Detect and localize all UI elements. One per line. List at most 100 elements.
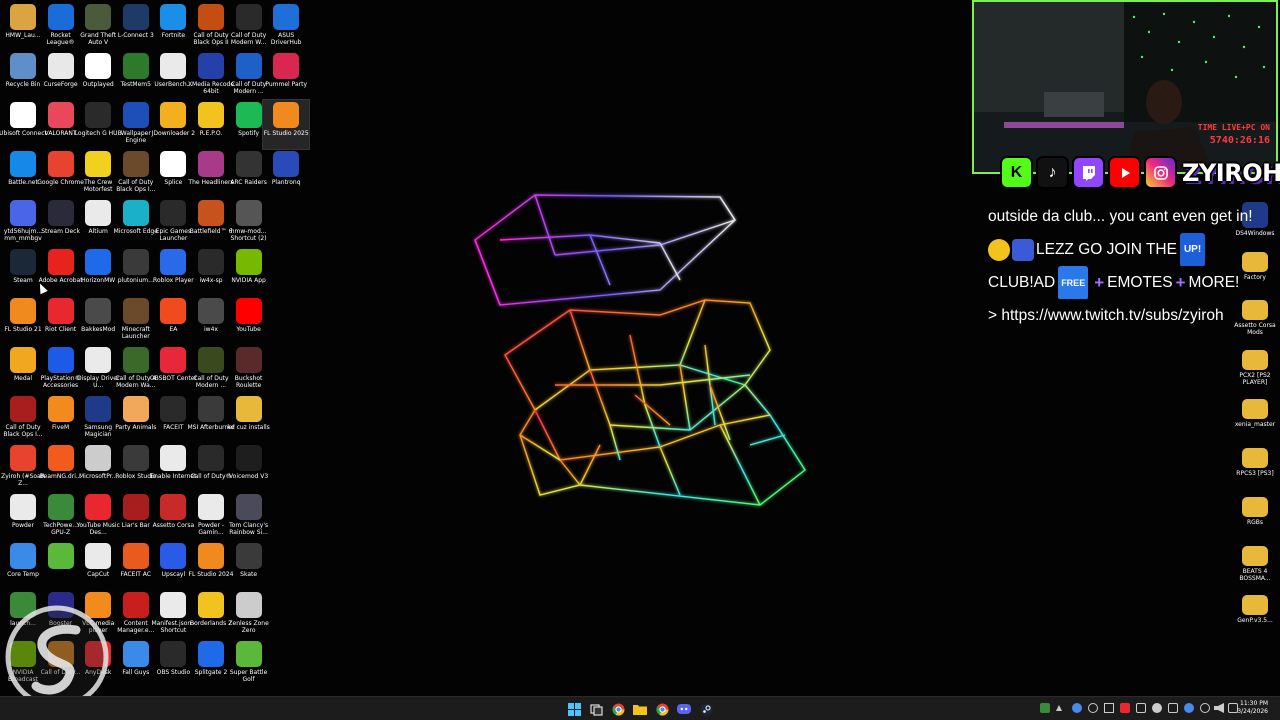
cod-icon: [198, 445, 224, 471]
riot-icon: [47, 298, 74, 324]
start-icon[interactable]: [566, 701, 582, 717]
desktop-icon-label: Super Battle Golf: [229, 669, 268, 683]
desktop-icon[interactable]: PCX2 [PS2 PLAYER]: [1232, 348, 1278, 397]
plus-icon: +: [1175, 272, 1186, 292]
desktop-icon[interactable]: RGBs: [1232, 495, 1278, 544]
folder-icon: [10, 4, 36, 30]
chrome-icon[interactable]: [610, 701, 626, 717]
tray-nvidia-icon[interactable]: [1152, 703, 1162, 713]
roblox-icon: [160, 249, 187, 275]
recycle-bin-icon: [10, 53, 36, 79]
desktop-icon[interactable]: Plantronq: [263, 149, 309, 198]
desktop-icon[interactable]: FL Studio 2025: [262, 99, 311, 150]
chrome-icon[interactable]: [654, 701, 670, 717]
powder-icon: [10, 494, 36, 520]
fl-studio-icon: [198, 543, 224, 569]
tray-display-icon[interactable]: [1104, 703, 1114, 713]
tray-app-icon[interactable]: [1136, 703, 1146, 713]
pummel-party-icon: [273, 53, 300, 79]
desktop-icon[interactable]: Tom Clancy's Rainbow Si...: [226, 492, 272, 541]
desktop-icon[interactable]: RPCS3 [PS3]: [1232, 446, 1278, 495]
desktop-icon[interactable]: BEATS 4 BOSSMA...: [1232, 544, 1278, 593]
nvidia-icon: [235, 249, 262, 275]
curseforge-icon: [47, 53, 74, 79]
file-explorer-icon[interactable]: [632, 701, 648, 717]
desktop-icon[interactable]: Voicemod V3: [226, 443, 272, 492]
faceit-icon: [160, 396, 187, 422]
desktop-icon[interactable]: hmw-mod... Shortcut (2): [226, 198, 272, 247]
battlenet-icon: [10, 151, 36, 177]
desktop-icon[interactable]: kd cuz installs: [226, 394, 272, 443]
cod-bo-icon: [10, 396, 36, 422]
desktop-icon[interactable]: YouTube: [226, 296, 272, 345]
beamng-icon: [47, 445, 74, 471]
headliners-icon: [198, 151, 224, 177]
webcam-overlay: TIME LIVE+PC ON 5740:26:16: [972, 0, 1278, 174]
cod-mw-icon: [235, 4, 262, 30]
desktop-icon-label: Tom Clancy's Rainbow Si...: [229, 522, 269, 536]
taskview-icon[interactable]: [588, 701, 604, 717]
hmw-icon: [235, 200, 262, 226]
crew-icon: [85, 151, 112, 177]
desktop-icon[interactable]: xenia_master: [1232, 397, 1278, 446]
assetto-icon: [160, 494, 187, 520]
cod-bo2-icon: [198, 4, 224, 30]
wallpaper-cube-grid: [504, 299, 806, 506]
wallpaper-top-bar: [474, 194, 736, 306]
desktop-icon-label: kd cuz installs: [227, 424, 270, 431]
skate-icon: [235, 543, 262, 569]
cod-icon: [198, 347, 224, 373]
discord-icon[interactable]: [676, 701, 692, 717]
taskbar: 11:30 PM 3/24/2026: [0, 696, 1280, 720]
plantronq-icon: [273, 151, 300, 177]
fl-studio-icon: [10, 298, 36, 324]
desktop[interactable]: HMW_Lau... Rocket League® Grand Theft Auto…: [0, 0, 1280, 709]
tray-ghub-icon[interactable]: [1088, 703, 1098, 713]
msi-icon: [198, 396, 224, 422]
desktop-icon[interactable]: Buckshot Roulette: [226, 345, 272, 394]
plus-icon: +: [1094, 272, 1105, 292]
youtube-icon: [235, 298, 262, 324]
tray-network-icon[interactable]: [1200, 703, 1210, 713]
desktop-icon-label: PCX2 [PS2 PLAYER]: [1239, 372, 1271, 386]
desktop-icon-label: Pummel Party: [265, 81, 308, 88]
tray-steam-icon[interactable]: [1072, 703, 1082, 713]
steam-icon[interactable]: [698, 701, 714, 717]
valorant-icon: [47, 102, 74, 128]
chat-ad-panel: outside da club... you cant even get in!…: [988, 200, 1272, 332]
desktop-icon-label: BEATS 4 BOSSMA...: [1239, 568, 1271, 582]
chrome-icon: [47, 151, 74, 177]
steam-icon: [10, 249, 36, 275]
tray-usb-icon[interactable]: [1168, 703, 1178, 713]
xmedia-icon: [198, 53, 224, 79]
arc-raiders-icon: [235, 151, 262, 177]
tray-app-icon[interactable]: [1040, 703, 1050, 713]
desktop-icon[interactable]: Super Battle Golf: [226, 639, 272, 688]
desktop-icon-label: ASUS DriverHub: [270, 32, 302, 46]
rocket-league-icon: [47, 4, 74, 30]
tray-record-icon[interactable]: [1120, 703, 1130, 713]
folder-icon: [1242, 399, 1268, 419]
folder-icon: [1242, 448, 1268, 468]
instagram-icon: [1144, 156, 1177, 189]
desktop-icon[interactable]: GenP.v3.5...: [1232, 593, 1278, 642]
party-animals-icon: [122, 396, 149, 422]
desktop-icon[interactable]: Zenless Zone Zero: [226, 590, 272, 639]
taskbar-clock[interactable]: 11:30 PM 3/24/2026: [1237, 700, 1268, 716]
desktop-icon[interactable]: ASUS DriverHub: [263, 2, 309, 51]
desktop-icon[interactable]: Skate: [226, 541, 272, 590]
desktop-icon[interactable]: NVIDIA App: [226, 247, 272, 296]
chat-text: outside da club... you cant even get in!: [988, 207, 1253, 225]
volume-icon[interactable]: [1214, 703, 1224, 713]
webcam-timer-label: TIME LIVE+PC ON: [1197, 123, 1270, 132]
tray-bluetooth-icon[interactable]: [1184, 703, 1194, 713]
borderlands-icon: [198, 592, 224, 618]
rainbow-six-icon: [235, 494, 262, 520]
desktop-icon-label: Skate: [240, 571, 258, 578]
ubisoft-icon: [10, 102, 36, 128]
tray-overflow-icon[interactable]: [1056, 705, 1062, 711]
desktop-icon[interactable]: Pummel Party: [263, 51, 309, 100]
jdownloader-icon: [160, 102, 187, 128]
fall-guys-icon: [122, 641, 149, 667]
chat-text: CLUB!AD: [988, 273, 1056, 291]
